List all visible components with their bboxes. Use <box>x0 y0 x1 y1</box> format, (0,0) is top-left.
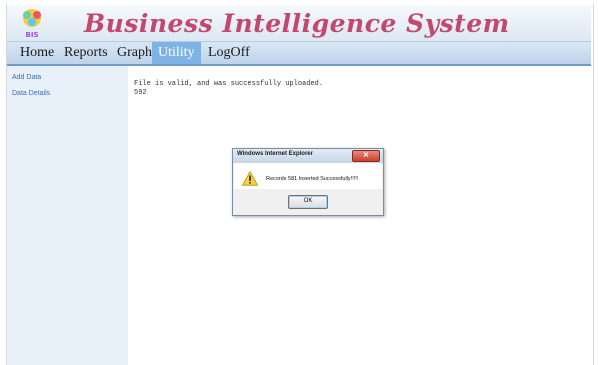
sidebar-item-data-details[interactable]: Data Details <box>12 90 50 97</box>
nav-logoff[interactable]: LogOff <box>208 42 250 64</box>
upload-status-text: File is valid, and was successfully uplo… <box>134 80 324 88</box>
record-count-text: 592 <box>134 89 147 97</box>
ok-button[interactable]: OK <box>288 195 328 209</box>
dialog-message: Records 581 Inserted Successfully!!!!! <box>266 176 359 182</box>
svg-text:BIS: BIS <box>26 31 39 39</box>
sidebar: Add Data Data Details <box>7 66 128 365</box>
app-title: Business Intelligence System <box>84 9 510 38</box>
ok-button-label: OK <box>303 198 313 204</box>
nav-graph[interactable]: Graph <box>117 42 152 64</box>
alert-dialog: Windows Internet Explorer × Records 581 … <box>232 148 384 216</box>
dialog-titlebar: Windows Internet Explorer × <box>233 149 383 163</box>
dialog-title: Windows Internet Explorer <box>237 151 313 157</box>
main-nav: Home Reports Graph Utility LogOff <box>7 42 591 66</box>
bis-logo-icon: BIS <box>23 9 41 39</box>
dialog-close-button[interactable]: × <box>352 150 380 162</box>
nav-reports[interactable]: Reports <box>64 42 108 64</box>
app-header: BIS Business Intelligence System <box>7 5 591 42</box>
nav-utility[interactable]: Utility <box>152 42 201 64</box>
close-icon: × <box>362 150 370 159</box>
nav-home[interactable]: Home <box>20 42 54 64</box>
sidebar-item-add-data[interactable]: Add Data <box>12 74 41 81</box>
warning-icon <box>242 171 258 186</box>
